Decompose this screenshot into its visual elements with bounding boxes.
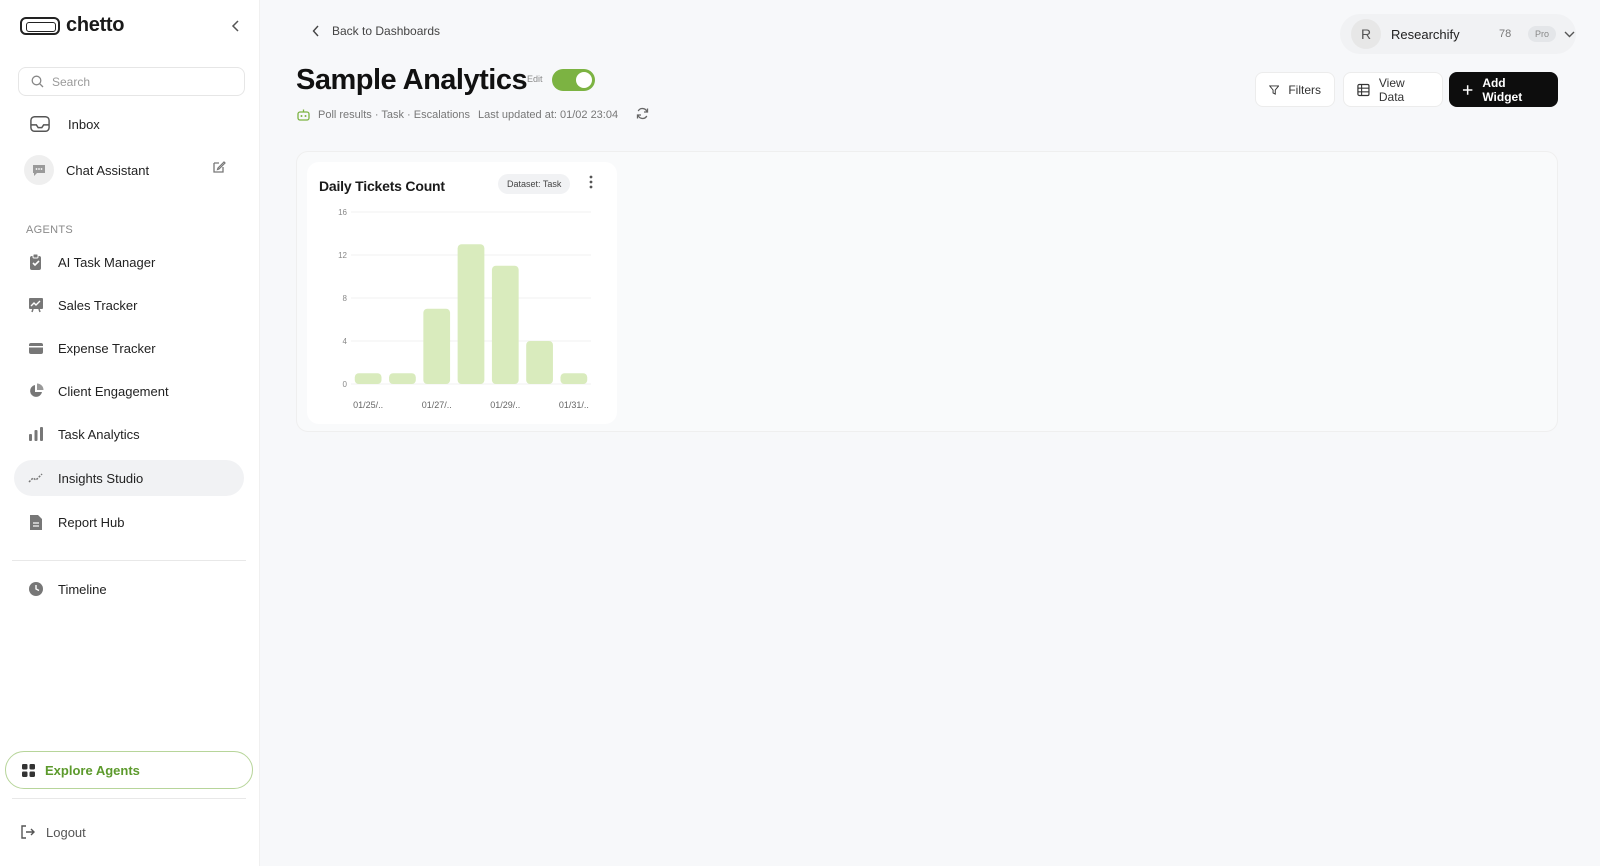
dataset-badge: Dataset: Task: [498, 174, 571, 194]
table-icon: [1357, 83, 1370, 96]
sidebar: chetto Inbox Chat Assistant AGENTS AI Ta…: [0, 0, 260, 866]
back-to-dashboards-link[interactable]: Back to Dashboards: [312, 24, 440, 38]
document-icon: [26, 512, 46, 532]
add-widget-button[interactable]: Add Widget: [1449, 72, 1558, 107]
bar-chart-icon: [26, 424, 46, 444]
bar-01/31/...[interactable]: [560, 373, 588, 384]
explore-agents-label: Explore Agents: [45, 762, 140, 778]
trend-line-icon: [26, 468, 46, 488]
add-widget-label: Add Widget: [1482, 75, 1523, 104]
sidebar-item-inbox[interactable]: Inbox: [14, 106, 244, 142]
new-chat-edit-icon[interactable]: [212, 160, 226, 179]
meta-sources: Poll results · Task · Escalations: [318, 109, 471, 121]
sidebar-item-sales-tracker[interactable]: Sales Tracker: [14, 287, 244, 323]
bar-01/29/...[interactable]: [491, 265, 519, 384]
filters-button[interactable]: Filters: [1255, 72, 1335, 107]
sidebar-item-label: Expense Tracker: [58, 340, 156, 356]
sidebar-item-expense-tracker[interactable]: Expense Tracker: [14, 330, 244, 366]
y-tick-label: 12: [338, 251, 347, 260]
sidebar-item-client-engagement[interactable]: Client Engagement: [14, 373, 244, 409]
widget-title: Daily Tickets Count: [319, 178, 445, 194]
user-account-menu[interactable]: R Researchify 78 Pro: [1340, 14, 1576, 54]
sidebar-item-label: Timeline: [58, 581, 107, 597]
sidebar-item-chat-assistant[interactable]: Chat Assistant: [14, 152, 244, 188]
sidebar-item-insights-studio[interactable]: Insights Studio: [14, 460, 244, 496]
sidebar-item-ai-task-manager[interactable]: AI Task Manager: [14, 244, 244, 280]
filters-label: Filters: [1288, 82, 1321, 97]
bar-01/28/...[interactable]: [457, 244, 485, 384]
sidebar-item-label: Inbox: [68, 116, 100, 132]
x-tick-label: 01/29/..: [490, 400, 520, 410]
brand-name: chetto: [66, 14, 125, 36]
clock-icon: [26, 579, 46, 599]
logout-button[interactable]: Logout: [20, 824, 86, 840]
agents-section-label: AGENTS: [26, 224, 74, 236]
grid-icon: [22, 763, 35, 777]
robot-icon: [297, 109, 310, 121]
wallet-icon: [26, 338, 46, 358]
sidebar-item-label: Insights Studio: [58, 470, 144, 486]
widget-menu-icon[interactable]: [584, 174, 598, 194]
y-tick-label: 16: [338, 208, 347, 217]
user-name: Researchify: [1391, 26, 1460, 42]
plan-badge: Pro: [1528, 26, 1557, 42]
bar-01/25/...[interactable]: [354, 373, 382, 384]
chevron-left-icon: [312, 25, 319, 37]
back-label: Back to Dashboards: [332, 24, 441, 38]
inbox-icon: [30, 114, 50, 134]
logout-label: Logout: [46, 824, 86, 840]
explore-agents-button[interactable]: Explore Agents: [5, 751, 253, 789]
chart-board-icon: [26, 295, 46, 315]
sidebar-item-label: Chat Assistant: [66, 162, 150, 178]
y-tick-label: 4: [343, 337, 348, 346]
logo-mark-icon: [20, 16, 60, 35]
search-box[interactable]: [18, 67, 245, 96]
edit-mode-toggle[interactable]: [552, 69, 595, 91]
sidebar-item-task-analytics[interactable]: Task Analytics: [14, 416, 244, 452]
sidebar-item-label: Sales Tracker: [58, 297, 138, 313]
x-tick-label: 01/31/..: [559, 400, 589, 410]
search-icon: [31, 75, 44, 88]
x-tick-label: 01/25/..: [353, 400, 383, 410]
bar-01/27/...[interactable]: [423, 308, 451, 384]
view-data-button[interactable]: View Data: [1343, 72, 1443, 107]
refresh-icon[interactable]: [636, 107, 649, 123]
daily-tickets-widget[interactable]: Daily Tickets Count Dataset: Task 0 4 8 12 1…: [307, 162, 617, 424]
filter-icon: [1269, 84, 1280, 95]
sidebar-item-label: Client Engagement: [58, 383, 169, 399]
chat-bubble-icon: [24, 155, 54, 185]
y-tick-label: 8: [343, 294, 348, 303]
x-tick-label: 01/27/..: [422, 400, 452, 410]
credits-count: 78: [1499, 28, 1512, 40]
pie-chart-icon: [26, 381, 46, 401]
sidebar-divider: [12, 798, 246, 799]
sidebar-item-timeline[interactable]: Timeline: [14, 571, 244, 607]
chevron-left-icon: [231, 20, 239, 32]
brand-logo[interactable]: chetto: [20, 14, 125, 37]
y-tick-label: 0: [343, 380, 348, 389]
bar-01/30/...[interactable]: [526, 341, 553, 384]
sidebar-item-label: AI Task Manager: [58, 254, 156, 270]
sidebar-divider: [12, 560, 246, 561]
last-updated: Last updated at: 01/02 23:04: [478, 109, 619, 121]
bar-01/26/...[interactable]: [389, 373, 416, 384]
plus-icon: [1462, 84, 1473, 95]
page-title: Sample Analytics: [296, 64, 528, 96]
search-input[interactable]: [52, 74, 232, 89]
avatar: R: [1351, 19, 1381, 49]
chevron-down-icon[interactable]: [1564, 25, 1575, 43]
daily-tickets-bar-chart: 0 4 8 12 16 01/25/.. 01/27/.. 01/29/.. 01/31/..: [338, 208, 591, 410]
logout-icon: [21, 825, 35, 839]
collapse-sidebar-button[interactable]: [226, 18, 246, 38]
clipboard-check-icon: [26, 252, 46, 272]
sidebar-item-label: Task Analytics: [58, 426, 140, 442]
edit-mode-label: Edit: [527, 74, 543, 84]
sidebar-item-label: Report Hub: [58, 514, 125, 530]
sidebar-item-report-hub[interactable]: Report Hub: [14, 504, 244, 540]
view-data-label: View Data: [1378, 75, 1405, 104]
dashboard-meta: Poll results · Task · Escalations Last u…: [297, 107, 649, 123]
